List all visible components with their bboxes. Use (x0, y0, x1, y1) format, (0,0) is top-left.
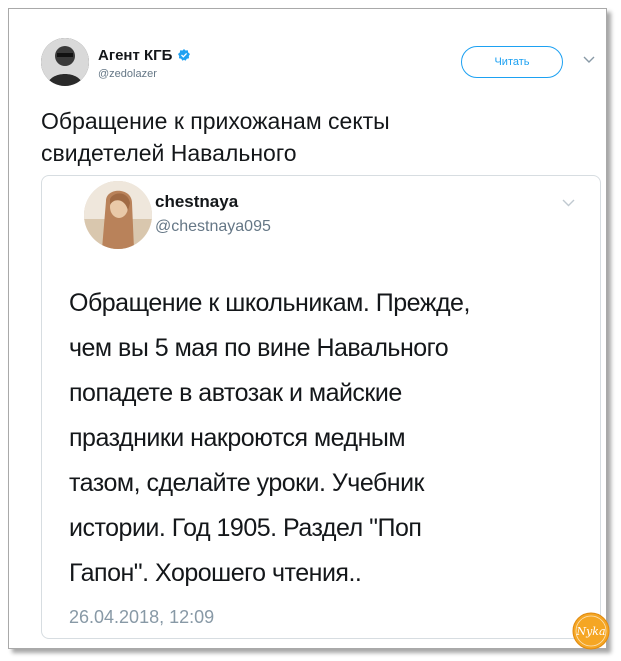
quoted-author-name[interactable]: chestnaya (155, 192, 238, 212)
quoted-text-line: Обращение к школьникам. Прежде, (69, 289, 470, 317)
author-name[interactable]: Агент КГБ (98, 47, 172, 64)
tweet-text: Обращение к прихожанам секты свидетелей … (41, 105, 601, 169)
author-avatar[interactable] (41, 38, 89, 86)
svg-text:Nyka: Nyka (575, 625, 605, 638)
tweet-text-line: свидетелей Навального (41, 140, 297, 166)
quoted-text-line: тазом, сделайте уроки. Учебник (69, 469, 424, 497)
watermark-logo: Nyka (572, 612, 610, 650)
author-handle[interactable]: @zedolazer (98, 68, 157, 80)
quoted-text-line: истории. Год 1905. Раздел "Поп (69, 514, 422, 542)
quoted-text-line: праздники накроются медным (69, 424, 406, 452)
quoted-author-handle[interactable]: @chestnaya095 (155, 218, 271, 236)
quoted-tweet-text: Обращение к школьникам. Прежде, чем вы 5… (69, 281, 589, 596)
verified-badge-icon (178, 49, 191, 61)
quoted-text-line: чем вы 5 мая по вине Навального (69, 334, 449, 362)
quoted-author-avatar[interactable] (84, 181, 152, 249)
chevron-down-icon[interactable] (562, 198, 575, 208)
follow-button[interactable]: Читать (461, 46, 563, 78)
quoted-tweet[interactable]: chestnaya @chestnaya095 Обращение к школ… (41, 175, 601, 639)
quoted-text-line: попадете в автозак и майские (69, 379, 402, 407)
tweet-card: Агент КГБ @zedolazer Читать Обращение к … (8, 8, 610, 650)
quoted-timestamp[interactable]: 26.04.2018, 12:09 (69, 607, 214, 628)
chevron-down-icon[interactable] (583, 55, 595, 65)
quoted-text-line: Гапон". Хорошего чтения.. (69, 559, 362, 587)
tweet-text-line: Обращение к прихожанам секты (41, 108, 390, 134)
